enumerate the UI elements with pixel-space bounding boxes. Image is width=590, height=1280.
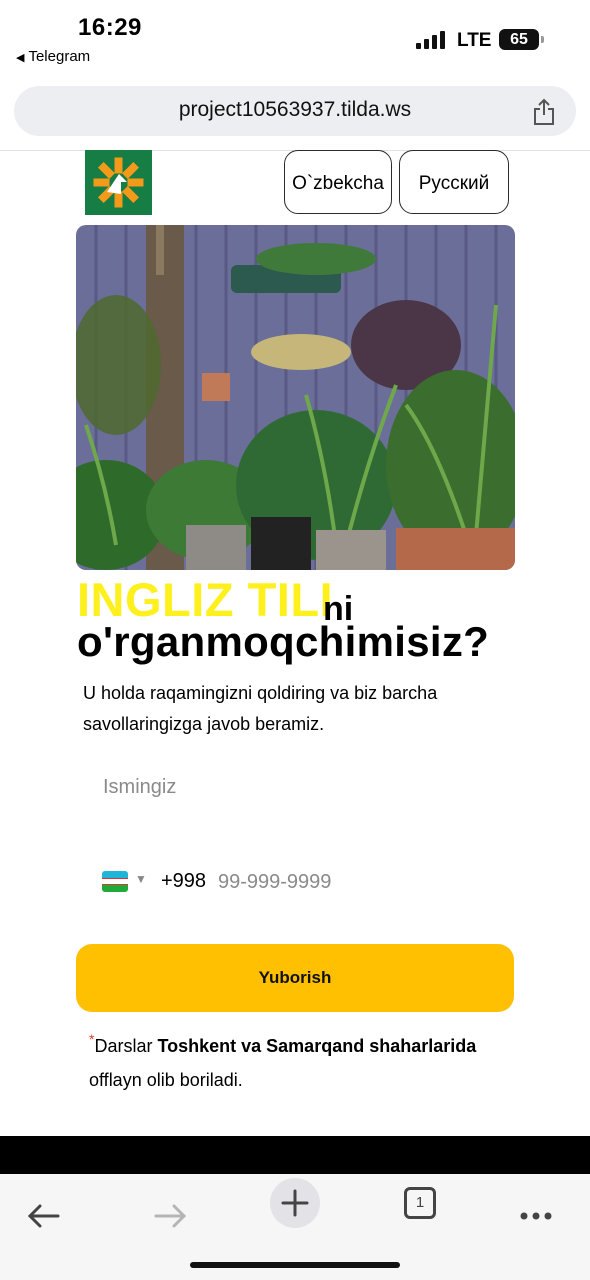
note-text: *Darslar Toshkent va Samarqand shaharlar… (89, 1030, 529, 1097)
note-bold: Toshkent va Samarqand shaharlarida (157, 1036, 477, 1056)
back-app-label: Telegram (28, 48, 91, 65)
more-dots-icon[interactable] (508, 1188, 564, 1244)
language-russian-button[interactable]: Русский (399, 150, 509, 214)
orange-star-logo-icon (93, 157, 144, 208)
language-uzbek-button[interactable]: O`zbekcha (284, 150, 392, 214)
uzbekistan-flag-icon[interactable] (102, 871, 128, 892)
back-to-telegram-link[interactable]: ◀ Telegram (16, 48, 90, 65)
signal-icon (416, 31, 446, 49)
share-icon[interactable] (532, 98, 556, 126)
hero-image (76, 225, 515, 570)
battery-icon: 65 (499, 29, 544, 50)
address-bar[interactable]: project10563937.tilda.ws (14, 86, 576, 136)
chevron-down-icon[interactable]: ▼ (135, 872, 147, 886)
network-type: LTE (457, 30, 492, 51)
note-end: offlayn olib boriladi. (89, 1070, 243, 1090)
footer-band (0, 1136, 590, 1174)
back-triangle-icon: ◀ (16, 52, 25, 64)
phone-input[interactable] (218, 866, 498, 898)
headline-line2: o'rganmoqchimisiz? (77, 618, 490, 665)
site-logo[interactable] (85, 150, 152, 215)
back-arrow-icon[interactable] (16, 1188, 72, 1244)
forward-arrow-icon[interactable] (142, 1188, 198, 1244)
subtitle-text: U holda raqamingizni qoldiring va biz ba… (83, 683, 438, 734)
phone-country-code: +998 (161, 870, 207, 892)
name-input[interactable] (90, 760, 523, 814)
tabs-count-button[interactable]: 1 (404, 1187, 436, 1219)
garden-plants-photo-icon (76, 225, 515, 570)
url-text[interactable]: project10563937.tilda.ws (14, 98, 576, 122)
home-indicator (190, 1262, 400, 1268)
status-time: 16:29 (78, 14, 142, 41)
plus-icon (281, 1189, 309, 1217)
new-tab-button[interactable] (270, 1178, 320, 1228)
asterisk-mark: * (89, 1031, 95, 1047)
note-start: Darslar (94, 1036, 158, 1056)
submit-button[interactable]: Yuborish (76, 944, 514, 1012)
